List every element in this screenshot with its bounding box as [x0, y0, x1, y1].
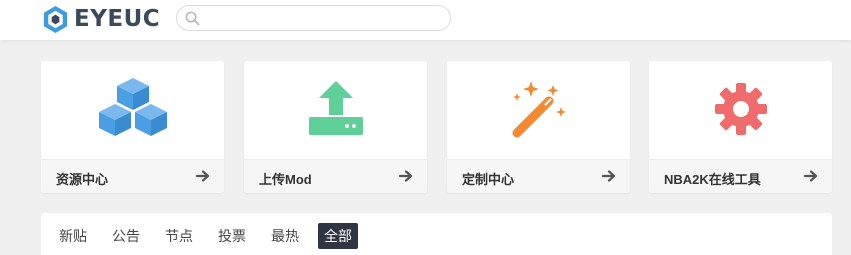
card-icon-wrap	[41, 73, 224, 145]
card-icon-wrap	[649, 73, 832, 145]
tab-all[interactable]: 全部	[318, 223, 358, 249]
tab-polls[interactable]: 投票	[212, 223, 252, 249]
card-label: 上传Mod	[259, 172, 312, 187]
card-resource-center[interactable]: 资源中心	[41, 61, 224, 193]
card-customization-center[interactable]: 定制中心	[447, 61, 630, 193]
card-icon-wrap	[244, 73, 427, 145]
tab-hottest[interactable]: 最热	[265, 223, 305, 249]
logo-text: EYEUC	[74, 6, 161, 32]
magic-wand-icon	[512, 81, 566, 138]
topic-panel: 新贴 公告 节点 投票 最热 全部	[41, 213, 832, 255]
card-upload-mod[interactable]: 上传Mod	[244, 61, 427, 193]
card-footer: 定制中心	[447, 159, 630, 193]
search-box[interactable]	[176, 5, 451, 31]
arrow-right-icon	[399, 170, 413, 182]
tab-new-posts[interactable]: 新贴	[53, 223, 93, 249]
card-icon-wrap	[447, 73, 630, 145]
top-header: EYEUC	[0, 0, 851, 40]
card-label: NBA2K在线工具	[664, 172, 761, 187]
site-logo[interactable]: EYEUC	[41, 3, 160, 35]
tab-nodes[interactable]: 节点	[159, 223, 199, 249]
cubes-icon	[98, 78, 167, 136]
card-footer: NBA2K在线工具	[649, 159, 832, 193]
card-label: 资源中心	[56, 172, 109, 187]
gear-icon	[714, 83, 767, 135]
search-icon	[185, 11, 200, 26]
search-input[interactable]	[203, 8, 443, 28]
logo-mark-icon	[43, 5, 68, 33]
card-label: 定制中心	[462, 172, 515, 187]
card-nba2k-tools[interactable]: NBA2K在线工具	[649, 61, 832, 193]
upload-icon	[308, 81, 363, 135]
topic-tabs: 新贴 公告 节点 投票 最热 全部	[53, 223, 371, 249]
arrow-right-icon	[196, 170, 210, 182]
card-footer: 上传Mod	[244, 159, 427, 193]
tab-announcements[interactable]: 公告	[106, 223, 146, 249]
arrow-right-icon	[602, 170, 616, 182]
arrow-right-icon	[804, 170, 818, 182]
card-footer: 资源中心	[41, 159, 224, 193]
